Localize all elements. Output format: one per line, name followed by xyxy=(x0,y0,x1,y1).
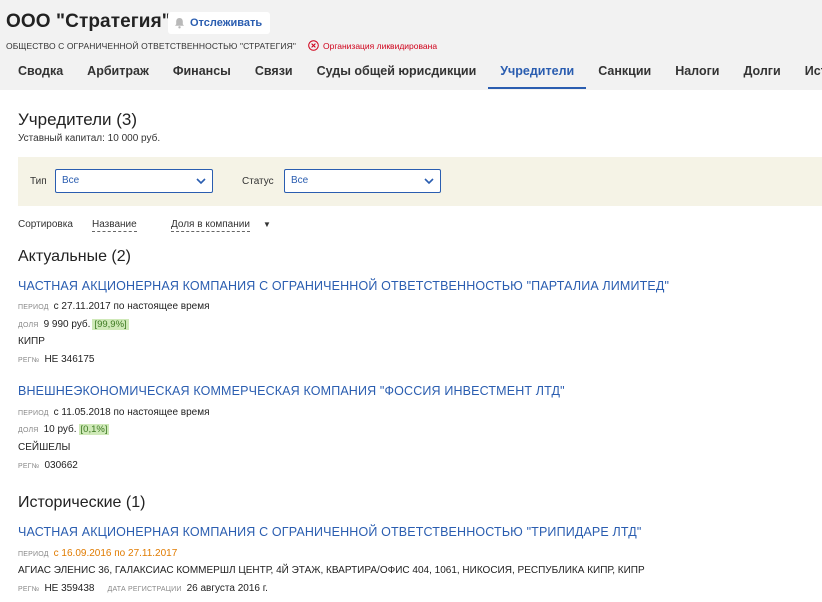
share-label: доля xyxy=(18,322,39,329)
tab-arbitration[interactable]: Арбитраж xyxy=(75,56,161,89)
reg-no-label: рег№ xyxy=(18,586,40,593)
status-filter-value: Все xyxy=(291,175,309,186)
authorized-capital: Уставный капитал: 10 000 руб. xyxy=(18,133,161,144)
founder-link[interactable]: ЧАСТНАЯ АКЦИОНЕРНАЯ КОМПАНИЯ С ОГРАНИЧЕН… xyxy=(18,525,641,539)
founder-period: с 27.11.2017 по настоящее время xyxy=(53,301,210,312)
founder-address-text: АГИАС ЭЛЕНИС 36, ГАЛАКСИАС КОММЕРШЛ ЦЕНТ… xyxy=(18,565,645,576)
founders-panel: Учредители (3) Уставный капитал: 10 000 … xyxy=(6,98,822,602)
current-founders-heading: Актуальные (2) xyxy=(18,248,131,265)
tab-summary[interactable]: Сводка xyxy=(0,56,75,89)
period-label: период xyxy=(18,410,49,417)
founder-reg-date: 26 августа 2016 г. xyxy=(186,583,268,594)
status-text: Организация ликвидирована xyxy=(323,40,438,51)
founder-period-row: период с 11.05.2018 по настоящее время xyxy=(18,407,210,418)
founder-country-text: КИПР xyxy=(18,336,45,347)
founder-reg-row: рег№ HE 359438 дата регистрации 26 авгус… xyxy=(18,583,268,594)
tab-finance[interactable]: Финансы xyxy=(161,56,243,89)
period-label: период xyxy=(18,551,49,558)
track-button[interactable]: Отслеживать xyxy=(168,12,271,34)
track-button-label: Отслеживать xyxy=(190,17,263,29)
sort-by-share[interactable]: Доля в компании xyxy=(171,219,250,232)
founder-share-row: доля 10 руб. [0,1%] xyxy=(18,424,110,435)
founder-reg-row: рег№ HE 346175 xyxy=(18,354,95,365)
founders-heading: Учредители (3) xyxy=(18,110,138,129)
founder-period: с 11.05.2018 по настоящее время xyxy=(53,407,210,418)
type-filter-value: Все xyxy=(62,175,80,186)
sort-desc-icon: ▼ xyxy=(263,220,271,229)
company-full-name: ОБЩЕСТВО С ОГРАНИЧЕННОЙ ОТВЕТСТВЕННОСТЬЮ… xyxy=(6,41,296,51)
founder-link[interactable]: ЧАСТНАЯ АКЦИОНЕРНАЯ КОМПАНИЯ С ОГРАНИЧЕН… xyxy=(18,279,669,293)
type-filter-select[interactable]: Все xyxy=(55,169,213,193)
chevron-down-icon xyxy=(195,174,207,196)
founder-period-row: период с 27.11.2017 по настоящее время xyxy=(18,301,210,312)
sort-label: Сортировка xyxy=(18,219,73,230)
tab-history[interactable]: Истор xyxy=(793,56,822,89)
company-header: ООО "Стратегия" Отслеживать ОБЩЕСТВО С О… xyxy=(0,0,822,90)
founder-country-text: СЕЙШЕЛЫ xyxy=(18,442,71,453)
period-label: период xyxy=(18,304,49,311)
founder-address: АГИАС ЭЛЕНИС 36, ГАЛАКСИАС КОММЕРШЛ ЦЕНТ… xyxy=(18,565,645,576)
share-percent-badge: [0,1%] xyxy=(78,424,110,435)
reg-no-label: рег№ xyxy=(18,357,40,364)
share-label: доля xyxy=(18,427,39,434)
founder-reg-row: рег№ 030662 xyxy=(18,460,78,471)
tab-courts[interactable]: Суды общей юрисдикции xyxy=(305,56,489,89)
founder-share-row: доля 9 990 руб. [99,9%] xyxy=(18,319,129,330)
founder-country: КИПР xyxy=(18,336,45,347)
tab-taxes[interactable]: Налоги xyxy=(663,56,731,89)
sort-by-name[interactable]: Название xyxy=(92,219,137,232)
founder-reg-no: HE 346175 xyxy=(44,354,95,365)
tab-sanctions[interactable]: Санкции xyxy=(586,56,663,89)
founder-share: 9 990 руб. xyxy=(43,319,91,330)
founder-share: 10 руб. xyxy=(43,424,77,435)
founder-link[interactable]: ВНЕШНЕЭКОНОМИЧЕСКАЯ КОММЕРЧЕСКАЯ КОМПАНИ… xyxy=(18,384,565,398)
founder-period-row: период с 16.09.2016 по 27.11.2017 xyxy=(18,548,177,559)
tab-connections[interactable]: Связи xyxy=(243,56,305,89)
founder-country: СЕЙШЕЛЫ xyxy=(18,442,70,453)
historical-founders-heading: Исторические (1) xyxy=(18,494,146,511)
reg-no-label: рег№ xyxy=(18,463,40,470)
liquidated-icon xyxy=(308,40,319,51)
tab-debts[interactable]: Долги xyxy=(731,56,792,89)
filter-bar: Тип Все Статус Все xyxy=(18,157,822,206)
chevron-down-icon xyxy=(423,174,435,196)
status-filter-label: Статус xyxy=(242,176,274,187)
reg-date-label: дата регистрации xyxy=(107,586,182,593)
status-filter-select[interactable]: Все xyxy=(284,169,441,193)
founder-period: с 16.09.2016 по 27.11.2017 xyxy=(53,548,178,559)
company-title: ООО "Стратегия" xyxy=(6,11,171,32)
founder-reg-no: HE 359438 xyxy=(44,583,95,594)
share-percent-badge: [99,9%] xyxy=(92,319,129,330)
section-tabs: Сводка Арбитраж Финансы Связи Суды общей… xyxy=(0,56,822,89)
status-badge: Организация ликвидирована xyxy=(308,40,437,51)
tab-founders[interactable]: Учредители xyxy=(488,56,587,89)
type-filter-label: Тип xyxy=(30,176,47,187)
bell-icon xyxy=(174,17,185,29)
founder-reg-no: 030662 xyxy=(44,460,78,471)
